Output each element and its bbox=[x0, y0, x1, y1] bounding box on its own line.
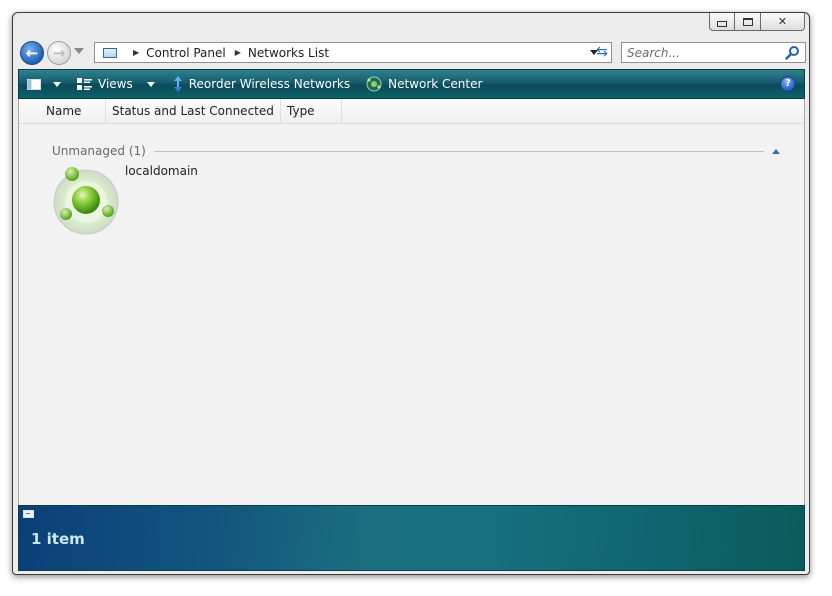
forward-arrow-icon: → bbox=[52, 44, 66, 62]
minimize-icon bbox=[717, 20, 727, 27]
chevron-down-icon bbox=[53, 81, 61, 87]
chevron-down-icon bbox=[146, 81, 155, 87]
forward-button[interactable]: → bbox=[47, 41, 71, 65]
maximize-button[interactable] bbox=[735, 13, 761, 31]
refresh-icon[interactable]: ⇆ bbox=[594, 44, 610, 60]
column-header-type[interactable]: Type bbox=[281, 99, 342, 123]
breadcrumb-networks-list[interactable]: Networks List bbox=[248, 46, 329, 60]
group-divider bbox=[153, 150, 764, 152]
command-toolbar: Views Reorder Wireless Networks Network … bbox=[18, 69, 805, 99]
collapse-group-icon[interactable] bbox=[772, 148, 780, 154]
network-center-button[interactable]: Network Center bbox=[356, 70, 488, 98]
details-pane: 1 item bbox=[18, 505, 805, 571]
views-label: Views bbox=[98, 77, 133, 91]
column-header-row: Name Status and Last Connected Type bbox=[19, 99, 804, 124]
search-input[interactable] bbox=[627, 45, 777, 60]
group-label: Unmanaged (1) bbox=[52, 144, 146, 158]
search-box bbox=[621, 42, 806, 63]
network-center-icon bbox=[366, 76, 382, 92]
layout-icon bbox=[27, 78, 41, 90]
minimize-button[interactable] bbox=[709, 13, 735, 31]
views-icon bbox=[77, 78, 92, 90]
file-list-pane: Name Status and Last Connected Type Unma… bbox=[18, 99, 805, 505]
back-button[interactable]: ← bbox=[20, 41, 44, 65]
organize-button[interactable] bbox=[19, 70, 67, 98]
close-button[interactable]: ✕ bbox=[761, 13, 805, 31]
details-pane-icon[interactable] bbox=[23, 510, 34, 518]
back-arrow-icon: ← bbox=[25, 44, 39, 62]
navigation-row: ← → ▶ Control Panel ▶ Networks List ⇆ bbox=[13, 40, 809, 66]
reorder-arrows-icon bbox=[173, 76, 182, 92]
list-item[interactable]: localdomain bbox=[50, 164, 210, 236]
help-icon[interactable]: ? bbox=[780, 76, 796, 92]
address-bar[interactable]: ▶ Control Panel ▶ Networks List bbox=[94, 42, 612, 63]
reorder-wireless-networks-button[interactable]: Reorder Wireless Networks bbox=[161, 70, 356, 98]
column-header-name[interactable]: Name bbox=[40, 99, 106, 123]
network-center-label: Network Center bbox=[388, 77, 483, 91]
breadcrumb-separator-icon[interactable]: ▶ bbox=[133, 48, 139, 57]
explorer-window: ✕ ← → ▶ Control Panel ▶ Networks List ⇆ bbox=[12, 12, 810, 575]
item-count: 1 item bbox=[31, 530, 85, 548]
network-globe-icon bbox=[53, 167, 119, 235]
caption-buttons: ✕ bbox=[709, 13, 805, 31]
breadcrumb-separator-icon[interactable]: ▶ bbox=[235, 48, 241, 57]
close-icon: ✕ bbox=[777, 15, 788, 28]
maximize-icon bbox=[742, 17, 753, 26]
title-bar: ✕ bbox=[13, 13, 809, 41]
views-button[interactable]: Views bbox=[67, 70, 161, 98]
breadcrumb-control-panel[interactable]: Control Panel bbox=[146, 46, 226, 60]
control-panel-icon bbox=[103, 47, 117, 58]
reorder-label: Reorder Wireless Networks bbox=[188, 77, 351, 91]
column-header-status[interactable]: Status and Last Connected bbox=[106, 99, 281, 123]
search-icon[interactable] bbox=[785, 45, 800, 60]
network-name: localdomain bbox=[125, 164, 198, 178]
group-header-unmanaged[interactable]: Unmanaged (1) bbox=[52, 143, 780, 159]
recent-pages-dropdown[interactable] bbox=[74, 48, 84, 54]
